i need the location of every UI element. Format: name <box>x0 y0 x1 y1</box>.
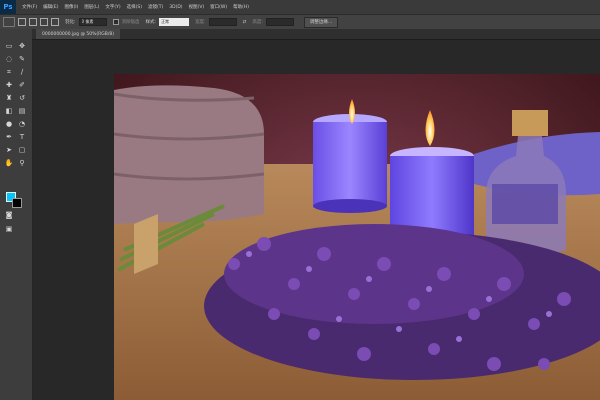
menu-3d[interactable]: 3D(D) <box>169 5 182 10</box>
toolbox: ▭ ✥ ◌ ✎ ⌗ ∕ ✚ ✐ ♜ ↺ ◧ ▤ ● ◔ ✒ T ➤ ▢ ✋ ⚲ … <box>0 29 33 400</box>
pen-tool-icon[interactable]: ✒ <box>4 133 14 142</box>
zoom-tool-icon[interactable]: ⚲ <box>17 159 27 168</box>
healing-brush-icon[interactable]: ✚ <box>4 81 14 90</box>
swap-dimensions-icon[interactable]: ⇄ <box>243 20 247 25</box>
width-label: 宽度: <box>195 20 206 25</box>
history-brush-icon[interactable]: ↺ <box>17 94 27 103</box>
feather-input[interactable] <box>78 18 107 26</box>
feather-label: 羽化: <box>65 20 76 25</box>
new-selection-icon[interactable] <box>18 18 26 26</box>
menu-select[interactable]: 选择(S) <box>127 4 142 10</box>
rect-marquee-tool-icon[interactable]: ▭ <box>4 42 14 51</box>
menu-layer[interactable]: 图层(L) <box>84 4 99 10</box>
document-tab[interactable]: 0000000000.jpg @ 50%(RGB/8) <box>36 29 120 39</box>
menu-bar: Ps 文件(F) 编辑(E) 图像(I) 图层(L) 文字(Y) 选择(S) 滤… <box>0 0 600 14</box>
clone-stamp-icon[interactable]: ♜ <box>4 94 14 103</box>
menu-view[interactable]: 视图(V) <box>189 4 205 10</box>
type-tool-icon[interactable]: T <box>17 133 27 142</box>
antialias-label: 消除锯齿 <box>121 20 140 25</box>
height-input[interactable] <box>265 18 294 26</box>
menu-type[interactable]: 文字(Y) <box>105 4 120 10</box>
screen-mode-icon[interactable]: ▣ <box>4 225 14 234</box>
refine-edge-button[interactable]: 调整边缘... <box>303 16 339 28</box>
eyedropper-tool-icon[interactable]: ∕ <box>17 68 27 77</box>
document-tab-bar: 0000000000.jpg @ 50%(RGB/8) <box>32 29 600 40</box>
hand-tool-icon[interactable]: ✋ <box>4 159 14 168</box>
menu-image[interactable]: 图像(I) <box>64 4 78 10</box>
quick-select-tool-icon[interactable]: ✎ <box>17 55 27 64</box>
menu-filter[interactable]: 滤镜(T) <box>148 4 163 10</box>
gradient-tool-icon[interactable]: ▤ <box>17 107 27 116</box>
lasso-tool-icon[interactable]: ◌ <box>4 55 14 64</box>
add-to-selection-icon[interactable] <box>29 18 37 26</box>
blur-tool-icon[interactable]: ● <box>4 120 14 129</box>
menu-edit[interactable]: 编辑(E) <box>43 4 58 10</box>
photoshop-logo: Ps <box>0 0 16 14</box>
menu-window[interactable]: 窗口(W) <box>210 4 227 10</box>
width-input[interactable] <box>208 18 237 26</box>
eraser-tool-icon[interactable]: ◧ <box>4 107 14 116</box>
subtract-selection-icon[interactable] <box>40 18 48 26</box>
document-canvas-image[interactable] <box>114 74 600 400</box>
style-select[interactable]: 正常 <box>159 18 190 26</box>
antialias-checkbox[interactable] <box>112 19 119 25</box>
style-label: 样式: <box>145 20 157 25</box>
marquee-tool-preset-icon[interactable] <box>3 17 15 27</box>
path-select-icon[interactable]: ➤ <box>4 146 14 155</box>
move-tool-icon[interactable]: ✥ <box>17 42 27 51</box>
dodge-tool-icon[interactable]: ◔ <box>17 120 27 129</box>
crop-tool-icon[interactable]: ⌗ <box>4 68 14 77</box>
spa-candles-lavender-photo <box>114 74 600 400</box>
background-color-swatch[interactable] <box>12 198 22 208</box>
shape-tool-icon[interactable]: ▢ <box>17 146 27 155</box>
menu-file[interactable]: 文件(F) <box>22 4 37 10</box>
menu-help[interactable]: 帮助(H) <box>233 4 249 10</box>
brush-tool-icon[interactable]: ✐ <box>17 81 27 90</box>
intersect-selection-icon[interactable] <box>51 18 59 26</box>
options-bar: 羽化: 消除锯齿 样式: 正常 宽度: ⇄ 高度: 调整边缘... <box>0 14 600 29</box>
height-label: 高度: <box>252 20 263 25</box>
quick-mask-icon[interactable]: ◙ <box>4 211 14 220</box>
